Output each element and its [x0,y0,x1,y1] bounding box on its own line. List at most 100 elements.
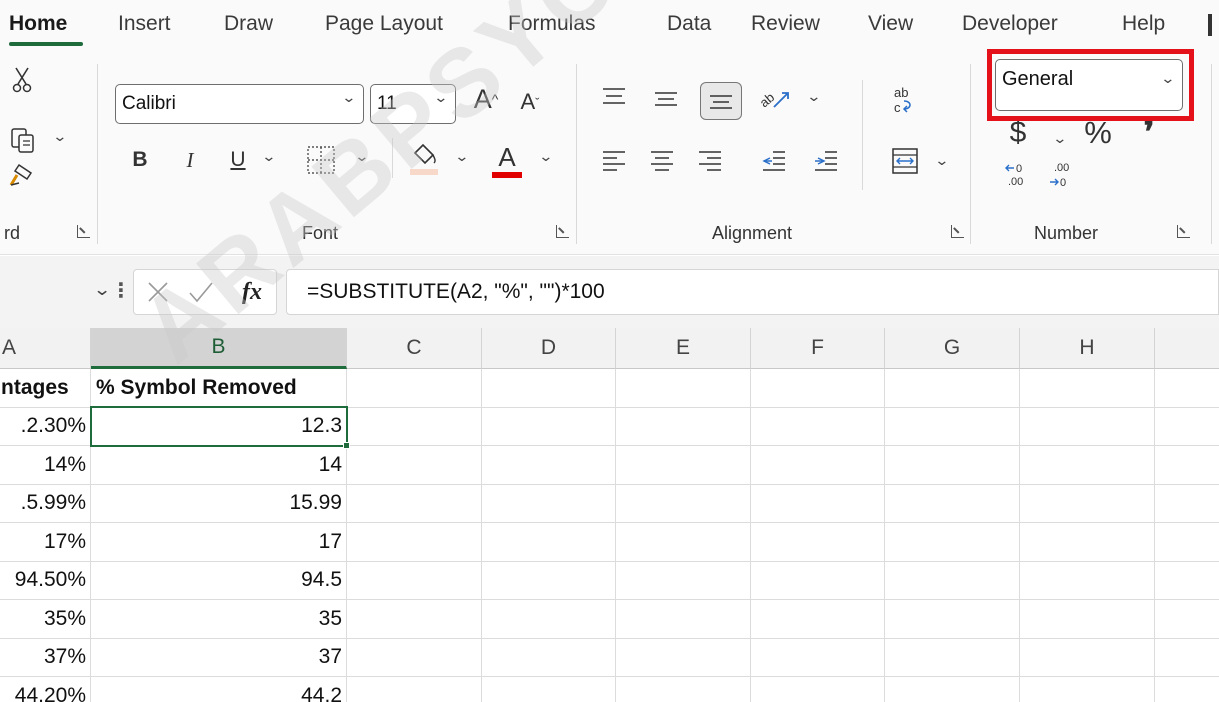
fill-color-icon[interactable] [406,140,442,178]
tab-help[interactable]: Help [1122,12,1165,36]
fill-handle[interactable] [343,442,350,449]
empty-cell[interactable] [1020,561,1155,600]
tab-review[interactable]: Review [751,12,820,36]
empty-cell[interactable] [347,446,482,485]
empty-cell[interactable] [751,523,885,562]
empty-cell[interactable] [616,407,751,446]
font-launcher-icon[interactable] [556,225,569,238]
increase-decimal-icon[interactable]: 0.00 [1002,156,1038,190]
empty-cell[interactable] [885,677,1020,702]
header-cell-percentages[interactable]: ntages [0,369,91,408]
column-header-f[interactable]: F [751,328,885,369]
symbol-removed-cell[interactable]: 15.99 [91,484,347,523]
empty-cell[interactable] [482,407,616,446]
empty-cell[interactable] [1155,485,1219,523]
empty-cell[interactable] [616,600,751,639]
empty-cell[interactable] [1155,408,1219,446]
name-box-dropdown-chevron-icon[interactable] [93,280,112,300]
number-launcher-icon[interactable] [1177,225,1190,238]
tab-draw[interactable]: Draw [224,12,273,36]
empty-cell[interactable] [347,561,482,600]
empty-cell[interactable] [751,677,885,702]
merge-dropdown-chevron-icon[interactable] [934,152,949,169]
align-center-icon[interactable] [648,148,676,174]
column-header-i[interactable] [1155,328,1219,369]
column-header-c[interactable]: C [347,328,482,369]
empty-cell[interactable] [482,484,616,523]
empty-cell[interactable] [751,638,885,677]
empty-cell[interactable] [1020,600,1155,639]
empty-cell[interactable] [616,523,751,562]
empty-cell[interactable] [1155,523,1219,562]
symbol-removed-cell[interactable]: 17 [91,523,347,562]
empty-cell[interactable] [616,369,751,408]
empty-cell[interactable] [347,638,482,677]
font-color-dropdown-chevron-icon[interactable] [538,148,553,165]
header-cell-symbol-removed[interactable]: % Symbol Removed [91,369,347,408]
empty-cell[interactable] [1020,369,1155,408]
italic-button[interactable]: I [178,145,202,175]
empty-cell[interactable] [885,561,1020,600]
borders-icon[interactable] [303,142,339,178]
empty-cell[interactable] [616,561,751,600]
bottom-align-button[interactable] [700,82,742,120]
currency-format-button[interactable]: $ [1006,116,1030,150]
empty-cell[interactable] [1155,562,1219,600]
worksheet-grid[interactable]: A B C D E F G H ntages% Symbol Removed .2… [0,328,1219,702]
more-options-icon[interactable]: ⋮ [111,278,131,303]
empty-cell[interactable] [751,446,885,485]
empty-cell[interactable] [616,446,751,485]
symbol-removed-cell[interactable]: 94.5 [91,561,347,600]
tab-insert[interactable]: Insert [118,12,171,36]
currency-dropdown-chevron-icon[interactable] [1052,130,1067,147]
symbol-removed-cell[interactable]: 44.2 [91,677,347,702]
empty-cell[interactable] [347,677,482,702]
tab-developer[interactable]: Developer [962,12,1058,36]
empty-cell[interactable] [885,369,1020,408]
orientation-icon[interactable]: ab [755,80,793,112]
empty-cell[interactable] [1155,639,1219,677]
cut-icon[interactable] [10,65,34,95]
column-header-d[interactable]: D [482,328,616,369]
empty-cell[interactable] [1155,600,1219,639]
empty-cell[interactable] [347,523,482,562]
empty-cell[interactable] [885,446,1020,485]
empty-cell[interactable] [885,407,1020,446]
empty-cell[interactable] [482,446,616,485]
empty-cell[interactable] [482,561,616,600]
empty-cell[interactable] [1020,523,1155,562]
borders-dropdown-chevron-icon[interactable] [354,148,369,165]
grow-font-button[interactable]: A ^ [470,82,502,116]
top-align-icon[interactable] [600,84,628,110]
symbol-removed-cell[interactable]: 35 [91,600,347,639]
fill-color-dropdown-chevron-icon[interactable] [454,148,469,165]
bold-button[interactable]: B [128,145,152,175]
underline-button[interactable]: U [226,145,250,175]
tab-data[interactable]: Data [667,12,711,36]
empty-cell[interactable] [347,407,482,446]
enter-icon[interactable] [186,278,216,306]
empty-cell[interactable] [347,369,482,408]
empty-cell[interactable] [751,407,885,446]
empty-cell[interactable] [616,677,751,702]
empty-cell[interactable] [1020,677,1155,702]
align-left-icon[interactable] [600,148,628,174]
middle-align-icon[interactable] [652,86,680,112]
percentage-cell[interactable]: 37% [0,638,91,677]
column-header-g[interactable]: G [885,328,1020,369]
shrink-font-button[interactable]: Aˇ [514,86,546,118]
symbol-removed-cell[interactable]: 37 [91,638,347,677]
empty-cell[interactable] [1020,446,1155,485]
empty-cell[interactable] [1155,446,1219,485]
format-painter-icon[interactable] [6,160,36,190]
decrease-indent-icon[interactable] [760,148,788,174]
insert-function-button[interactable]: fx [234,276,270,308]
empty-cell[interactable] [1020,407,1155,446]
tab-home[interactable]: Home [9,12,67,36]
clipboard-launcher-icon[interactable] [77,225,90,238]
column-header-a[interactable]: A [0,328,91,369]
formula-input[interactable]: =SUBSTITUTE(A2, "%", "")*100 [286,269,1219,315]
font-size-dropdown[interactable]: 11 [370,84,456,124]
font-family-dropdown[interactable]: Calibri [115,84,364,124]
percentage-cell[interactable]: 94.50% [0,561,91,600]
